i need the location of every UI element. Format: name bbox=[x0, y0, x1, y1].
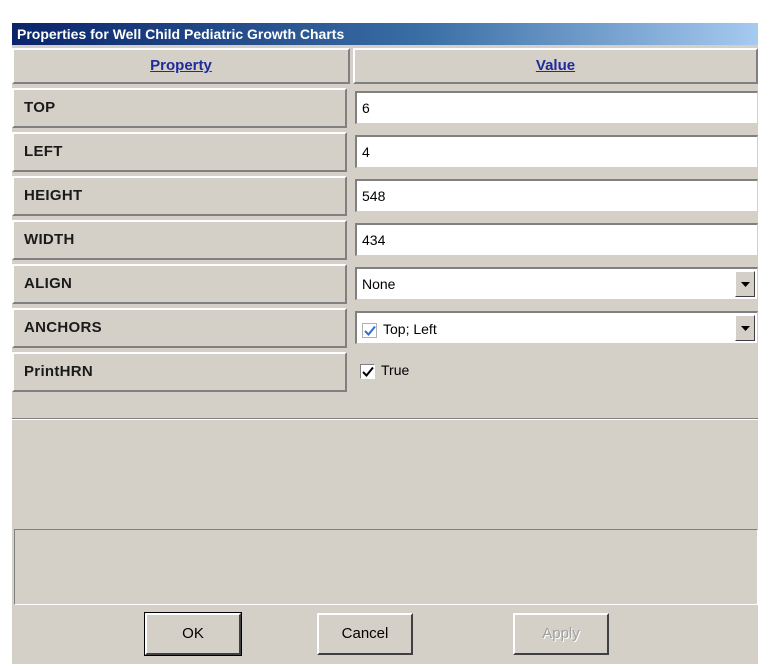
anchors-value-group: Top; Left bbox=[362, 314, 437, 344]
anchors-selected-value: Top; Left bbox=[383, 321, 437, 338]
status-panel bbox=[14, 529, 758, 605]
top-value-input[interactable]: 6 bbox=[355, 91, 758, 124]
property-label-height[interactable]: HEIGHT bbox=[12, 176, 347, 216]
width-value-input[interactable]: 434 bbox=[355, 223, 758, 256]
property-column-header[interactable]: Property bbox=[12, 48, 350, 84]
align-selected-value: None bbox=[362, 276, 396, 292]
printhrn-value-label: True bbox=[381, 362, 410, 378]
description-panel bbox=[12, 423, 758, 521]
grid-empty-space bbox=[12, 409, 758, 414]
chevron-down-icon bbox=[741, 326, 750, 331]
printhrn-checkbox[interactable]: True bbox=[355, 355, 758, 388]
cancel-button[interactable]: Cancel bbox=[317, 613, 413, 655]
anchors-dropdown[interactable]: Top; Left bbox=[355, 311, 758, 344]
property-label-anchors[interactable]: ANCHORS bbox=[12, 308, 347, 348]
checkmark-icon bbox=[362, 323, 377, 339]
property-label-printhrn[interactable]: PrintHRN bbox=[12, 352, 347, 392]
divider bbox=[12, 418, 758, 420]
dialog-title: Properties for Well Child Pediatric Grow… bbox=[12, 23, 758, 45]
height-value-input[interactable]: 548 bbox=[355, 179, 758, 212]
left-value-input[interactable]: 4 bbox=[355, 135, 758, 168]
property-label-align[interactable]: ALIGN bbox=[12, 264, 347, 304]
checkbox-checked-icon[interactable] bbox=[360, 363, 375, 379]
property-label-width[interactable]: WIDTH bbox=[12, 220, 347, 260]
property-grid: Property Value TOP 6 LEFT 4 HEIGHT 548 W… bbox=[12, 48, 758, 414]
chevron-down-icon bbox=[741, 282, 750, 287]
properties-dialog: Properties for Well Child Pediatric Grow… bbox=[12, 23, 758, 664]
align-dropdown-button[interactable] bbox=[735, 271, 755, 297]
anchors-dropdown-button[interactable] bbox=[735, 315, 755, 341]
ok-button[interactable]: OK bbox=[144, 612, 242, 656]
property-label-top[interactable]: TOP bbox=[12, 88, 347, 128]
align-dropdown[interactable]: None bbox=[355, 267, 758, 300]
value-column-header[interactable]: Value bbox=[353, 48, 758, 84]
apply-button[interactable]: Apply bbox=[513, 613, 609, 655]
property-label-left[interactable]: LEFT bbox=[12, 132, 347, 172]
